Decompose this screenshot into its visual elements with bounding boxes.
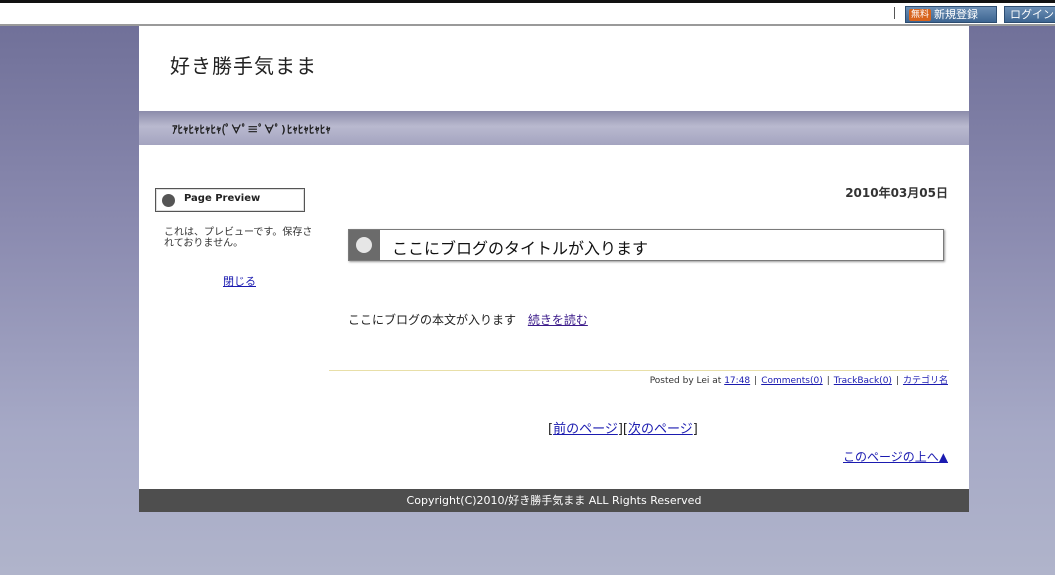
signup-button[interactable]: 無料 新規登録 [905,6,997,23]
entry-body: ここにブログの本文が入ります 続きを読む [348,311,588,328]
post-time-link[interactable]: 17:48 [724,376,750,386]
free-badge: 無料 [909,8,932,21]
close-preview-link[interactable]: 閉じる [223,273,256,289]
page-preview-box: Page Preview [155,188,305,212]
site-title: 好き勝手気まま [170,54,317,78]
footer: Copyright(C)2010/好き勝手気まま ALL Rights Rese… [139,489,969,512]
prev-page-link[interactable]: 前のページ [553,422,618,437]
entry-title-icon-cell [349,230,380,260]
entry-date: 2010年03月05日 [845,186,948,200]
header-subbar: ｱﾋｬﾋｬﾋｬﾋｬ(ﾟ∀ﾟ≡ﾟ∀ﾟ)ﾋｬﾋｬﾋｬﾋｬ [139,111,969,145]
page-preview-title: Page Preview [184,193,261,204]
back-to-top-link[interactable]: このページの上へ▲ [843,448,948,465]
read-more-link[interactable]: 続きを読む [528,313,588,327]
entry-divider [329,370,949,371]
top-bar: 無料 新規登録 ログイン [0,0,1055,26]
entry-body-text: ここにブログの本文が入ります [348,313,517,327]
posted-by-text: Posted by Lei at [649,376,722,386]
pager-bracket: ] [692,422,698,437]
site-tagline: ｱﾋｬﾋｬﾋｬﾋｬ(ﾟ∀ﾟ≡ﾟ∀ﾟ)ﾋｬﾋｬﾋｬﾋｬ [172,123,331,136]
entry-title-box: ここにブログのタイトルが入ります [348,229,944,261]
blog-container: 好き勝手気まま ｱﾋｬﾋｬﾋｬﾋｬ(ﾟ∀ﾟ≡ﾟ∀ﾟ)ﾋｬﾋｬﾋｬﾋｬ Page … [139,26,969,512]
category-link[interactable]: カテゴリ名 [903,376,948,386]
circle-icon [162,194,175,207]
preview-message: これは、プレビューです。保存されておりません。 [164,227,313,249]
trackback-link[interactable]: TrackBack(0) [834,376,892,386]
signup-label: 新規登録 [934,8,979,21]
circle-icon [356,237,372,253]
post-meta: Posted by Lei at 17:48 | Comments(0) | Track… [649,376,948,386]
comments-link[interactable]: Comments(0) [761,376,823,386]
copyright-text: Copyright(C)2010/好き勝手気まま ALL Rights Rese… [406,494,702,507]
topbar-separator [894,7,895,19]
login-button[interactable]: ログイン [1004,6,1055,23]
pager: [前のページ][次のページ] [548,418,698,437]
pager-bracket: ][ [617,422,628,437]
next-page-link[interactable]: 次のページ [628,422,693,437]
entry-title: ここにブログのタイトルが入ります [392,239,649,258]
